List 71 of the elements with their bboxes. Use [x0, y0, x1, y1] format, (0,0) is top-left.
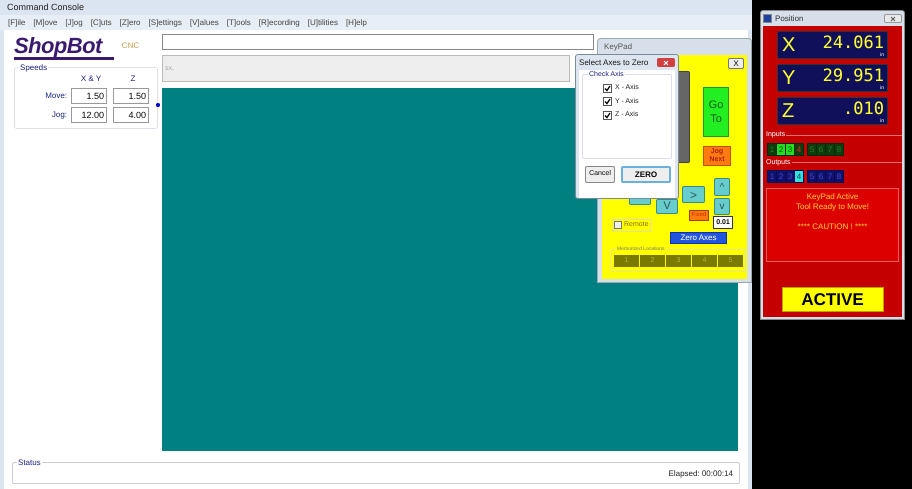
axis-label: Z: [782, 99, 794, 124]
right-button[interactable]: >: [682, 186, 705, 203]
speed-field[interactable]: 1.50: [71, 88, 107, 104]
indicator-light: 5: [808, 144, 816, 154]
indicator-light: 4: [795, 144, 803, 154]
zero-button[interactable]: ZERO: [621, 166, 671, 183]
menu-item[interactable]: [F]ile: [8, 16, 26, 28]
elapsed-time: Elapsed: 00:00:14: [668, 468, 733, 480]
indicator-light: 8: [835, 171, 843, 182]
axis-value: 29.951: [822, 66, 884, 86]
indicator-light: 3: [786, 144, 794, 154]
indicator-light: 3: [786, 171, 794, 182]
column-header: X & Y: [80, 73, 102, 85]
checkbox[interactable]: [603, 84, 612, 93]
close-button[interactable]: [884, 14, 902, 23]
row-label: Jog:: [50, 109, 68, 121]
status-message: KeyPad Active: [806, 192, 858, 202]
checkbox[interactable]: [603, 110, 612, 120]
checkbox[interactable]: [614, 221, 622, 230]
menu-item[interactable]: [Z]ero: [120, 16, 141, 28]
menu-item[interactable]: [J]og: [65, 16, 83, 28]
axis-value: 24.061: [822, 33, 884, 53]
close-icon: [663, 60, 669, 66]
zero-axes-button[interactable]: Zero Axes: [670, 232, 727, 244]
menu-item[interactable]: [U]tilities: [308, 16, 338, 28]
speed-field[interactable]: 12.00: [71, 107, 107, 123]
indicator-light: 8: [835, 144, 843, 154]
window-title: Command Console: [7, 0, 84, 14]
menu-item[interactable]: [S]ettings: [148, 16, 182, 28]
axis-label: X: [782, 33, 796, 58]
indicator-light: 7: [826, 144, 834, 154]
active-indicator: ACTIVE: [782, 287, 884, 312]
app-icon: [763, 14, 772, 23]
indicator-light: 4: [795, 171, 803, 182]
checkbox[interactable]: [603, 97, 612, 106]
speed-field[interactable]: 4.00: [113, 107, 149, 123]
close-button[interactable]: X: [728, 58, 744, 69]
menu-item[interactable]: [C]uts: [90, 16, 112, 28]
close-button[interactable]: [657, 58, 675, 67]
row-label: Move:: [44, 90, 68, 102]
indicator-light: 1: [768, 144, 776, 154]
speed-field[interactable]: 1.50: [113, 88, 149, 104]
menu-item[interactable]: [M]ove: [33, 16, 58, 28]
menu-item[interactable]: [T]ools: [226, 16, 251, 28]
axis-label: Y: [782, 66, 796, 91]
window-title: Position: [775, 12, 804, 24]
logo-suffix: CNC: [122, 40, 140, 52]
status-message: **** CAUTION ! ****: [798, 222, 868, 232]
indicator-light: 5: [808, 171, 816, 182]
group-label: Speeds: [19, 62, 48, 74]
indicator-light: 2: [777, 171, 785, 182]
indicator-light: 6: [817, 171, 825, 182]
menu-item[interactable]: [R]ecording: [258, 16, 300, 28]
go-to-button[interactable]: Go To: [703, 87, 729, 137]
window-title: KeyPad: [604, 41, 632, 53]
menu-item[interactable]: [V]alues: [190, 16, 219, 28]
axis-value: .010: [843, 99, 884, 119]
dialog-title: Select Axes to Zero: [579, 56, 648, 68]
down-arrow-button[interactable]: V: [656, 199, 678, 214]
up-button[interactable]: ^: [714, 178, 730, 196]
logo: ShopBot: [14, 35, 114, 60]
indicator-light: 6: [817, 144, 825, 154]
indicator-light: 1: [768, 171, 776, 182]
down-button[interactable]: v: [714, 198, 730, 215]
indicator-light: 7: [826, 171, 834, 182]
indicator-light: 2: [777, 144, 785, 154]
column-header: Z: [130, 73, 136, 85]
command-field[interactable]: [162, 34, 594, 50]
menu-item[interactable]: [H]elp: [346, 16, 367, 28]
close-icon: [890, 16, 896, 22]
status-message: Tool Ready to Move!: [796, 202, 869, 212]
